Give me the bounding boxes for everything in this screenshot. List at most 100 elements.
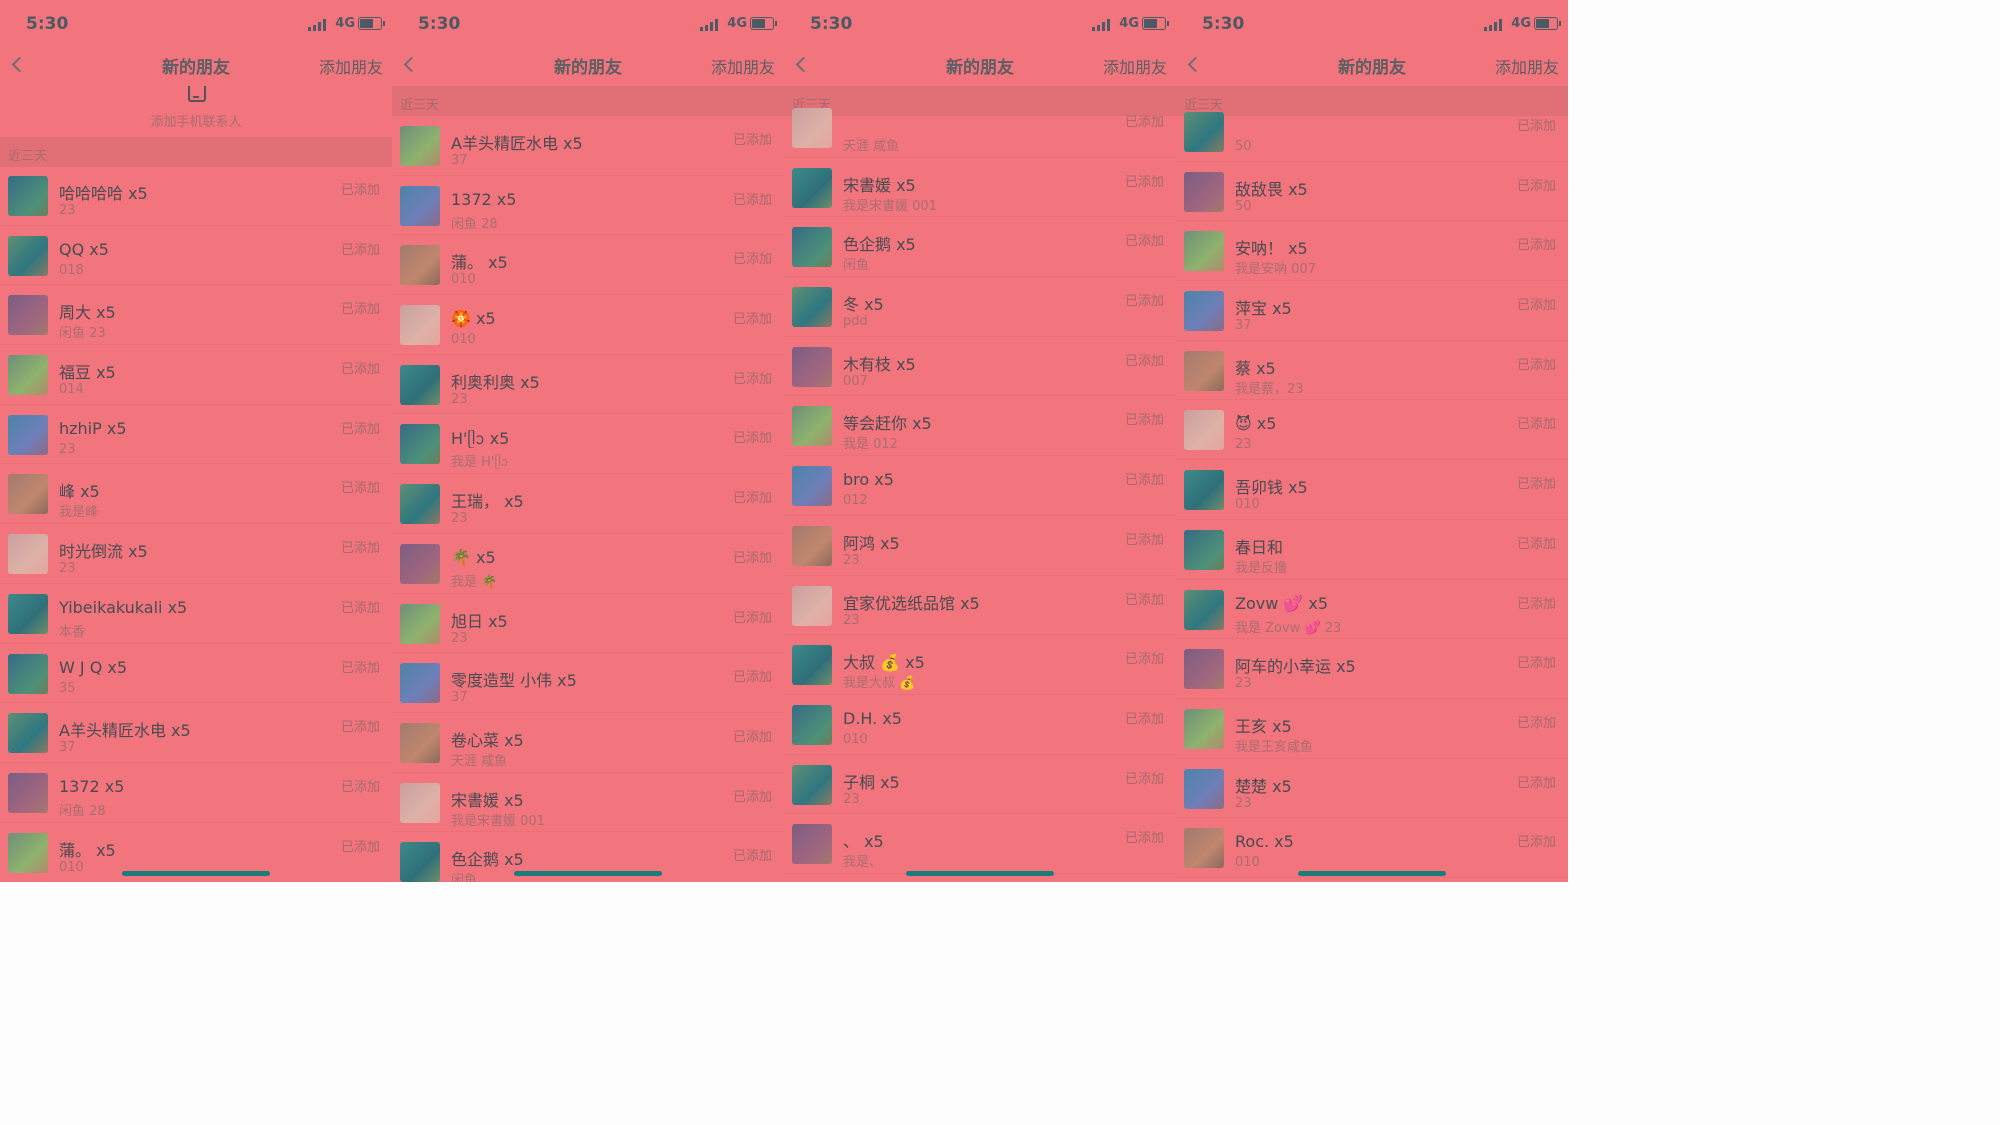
avatar[interactable] [1184, 350, 1224, 391]
friend-request-row[interactable]: 敌敌畏 x5 50 已添加 [1176, 162, 1568, 222]
avatar[interactable] [8, 832, 48, 873]
avatar[interactable] [8, 653, 48, 694]
avatar[interactable] [792, 287, 832, 328]
avatar[interactable] [792, 645, 832, 686]
friend-request-row[interactable]: 哈哈哈哈 x5 23 已添加 [0, 166, 392, 226]
friend-request-row[interactable]: 王亥 x5 我是王亥咸鱼 已添加 [1176, 699, 1568, 759]
avatar[interactable] [400, 245, 440, 286]
avatar[interactable] [400, 842, 440, 882]
friend-request-row[interactable]: 蒲。 x5 010 已添加 [392, 235, 784, 296]
avatar[interactable] [8, 355, 48, 396]
friend-request-row[interactable]: 50 已添加 [1176, 102, 1568, 162]
avatar[interactable] [1184, 291, 1224, 332]
friend-request-row[interactable]: 阿车的小幸运 x5 23 已添加 [1176, 639, 1568, 699]
friend-request-row[interactable]: QQ x5 018 已添加 [0, 226, 392, 286]
avatar[interactable] [792, 704, 832, 745]
avatar[interactable] [8, 414, 48, 455]
friend-request-row[interactable]: 😈 x5 23 已添加 [1176, 400, 1568, 461]
avatar[interactable] [8, 176, 48, 216]
friend-request-row[interactable]: 卷心菜 x5 天涯 咸鱼 已添加 [392, 713, 784, 773]
friend-request-row[interactable]: W J Q x5 35 已添加 [0, 644, 392, 704]
add-friend-button[interactable]: 添加朋友 [1495, 54, 1559, 78]
avatar[interactable] [792, 824, 832, 865]
friend-request-row[interactable]: 🌴 x5 我是 🌴 已添加 [392, 534, 784, 594]
avatar[interactable] [792, 167, 832, 208]
avatar[interactable] [792, 108, 832, 148]
avatar[interactable] [792, 585, 832, 626]
avatar[interactable] [792, 525, 832, 566]
friend-request-row[interactable]: A羊头精匠水电 x5 37 已添加 [0, 703, 392, 763]
friend-request-row[interactable]: Yibeikakukali x5 本香 已添加 [0, 584, 392, 644]
avatar[interactable] [400, 185, 440, 226]
avatar[interactable] [1184, 231, 1224, 272]
friend-request-row[interactable]: 零度造型 小伟 x5 37 已添加 [392, 653, 784, 713]
avatar[interactable] [400, 663, 440, 704]
friend-request-row[interactable]: 宜家优选纸品馆 x5 23 已添加 [784, 576, 1176, 636]
friend-request-row[interactable]: 宋書媛 x5 我是宋書媛 001 已添加 [784, 158, 1176, 218]
avatar[interactable] [1184, 828, 1224, 869]
home-indicator[interactable] [906, 871, 1054, 876]
avatar[interactable] [8, 295, 48, 336]
friend-request-row[interactable]: 王瑞， x5 23 已添加 [392, 474, 784, 534]
friend-request-row[interactable]: Roc. x5 010 已添加 [1176, 818, 1568, 878]
friend-request-row[interactable]: 周大 x5 闲鱼 23 已添加 [0, 285, 392, 346]
friend-request-row[interactable]: 阿鸿 x5 23 已添加 [784, 516, 1176, 576]
avatar[interactable] [400, 424, 440, 465]
friend-request-row[interactable]: 1372 x5 闲鱼 28 已添加 [0, 763, 392, 823]
friend-request-row[interactable]: 利奥利奥 x5 23 已添加 [392, 355, 784, 415]
friend-request-row[interactable]: 宋書媛 x5 我是宋書媛 001 已添加 [392, 773, 784, 833]
avatar[interactable] [8, 534, 48, 575]
home-indicator[interactable] [122, 871, 270, 876]
friend-request-row[interactable]: 旭日 x5 23 已添加 [392, 594, 784, 654]
friend-request-row[interactable]: 大叔 💰 x5 我是大叔 💰 已添加 [784, 635, 1176, 695]
friend-request-row[interactable]: D.H. x5 010 已添加 [784, 695, 1176, 755]
friend-request-row[interactable]: 木有枝 x5 007 已添加 [784, 337, 1176, 397]
avatar[interactable] [400, 305, 440, 346]
add-friend-button[interactable]: 添加朋友 [711, 54, 775, 78]
friend-request-row[interactable]: 安呐！ x5 我是安呐 007 已添加 [1176, 221, 1568, 282]
avatar[interactable] [400, 543, 440, 584]
avatar[interactable] [8, 713, 48, 754]
avatar[interactable] [792, 466, 832, 507]
friend-request-row[interactable]: 吾卯钱 x5 010 已添加 [1176, 460, 1568, 520]
avatar[interactable] [8, 593, 48, 634]
home-indicator[interactable] [514, 871, 662, 876]
friend-request-row[interactable]: 冬 x5 pdd 已添加 [784, 277, 1176, 337]
avatar[interactable] [400, 603, 440, 644]
avatar[interactable] [400, 722, 440, 763]
avatar[interactable] [400, 364, 440, 405]
add-friend-button[interactable]: 添加朋友 [1103, 54, 1167, 78]
avatar[interactable] [400, 782, 440, 823]
avatar[interactable] [792, 227, 832, 268]
avatar[interactable] [1184, 708, 1224, 749]
friend-request-row[interactable]: 蔡 x5 我是蔡，23 已添加 [1176, 341, 1568, 401]
avatar[interactable] [1184, 649, 1224, 690]
friend-request-row[interactable]: 🏵️ x5 010 已添加 [392, 295, 784, 355]
friend-request-row[interactable]: 时光倒流 x5 23 已添加 [0, 524, 392, 584]
avatar[interactable] [1184, 470, 1224, 511]
friend-request-row[interactable]: bro x5 012 已添加 [784, 456, 1176, 516]
friend-request-row[interactable]: 萍宝 x5 37 已添加 [1176, 281, 1568, 341]
friend-request-row[interactable]: 等会赶你 x5 我是 012 已添加 [784, 396, 1176, 457]
avatar[interactable] [1184, 768, 1224, 809]
friend-request-row[interactable]: Zovw 💕 x5 我是 Zovw 💕 23 已添加 [1176, 580, 1568, 640]
avatar[interactable] [1184, 529, 1224, 570]
avatar[interactable] [1184, 171, 1224, 212]
friend-request-row[interactable]: 子桐 x5 23 已添加 [784, 755, 1176, 815]
avatar[interactable] [400, 484, 440, 525]
avatar[interactable] [400, 126, 440, 166]
friend-request-row[interactable]: 1372 x5 闲鱼 28 已添加 [392, 176, 784, 236]
friend-request-row[interactable]: 天涯 咸鱼 已添加 [784, 98, 1176, 158]
friend-request-row[interactable]: 色企鹅 x5 闲鱼 已添加 [784, 217, 1176, 278]
add-friend-button[interactable]: 添加朋友 [319, 54, 383, 78]
avatar[interactable] [792, 406, 832, 447]
friend-request-row[interactable]: A羊头精匠水电 x5 37 已添加 [392, 116, 784, 176]
friend-request-row[interactable]: 春日和 我是反撸 已添加 [1176, 520, 1568, 580]
avatar[interactable] [1184, 589, 1224, 630]
friend-request-row[interactable]: hzhiP x5 23 已添加 [0, 405, 392, 465]
friend-request-row[interactable]: 峰 x5 我是峰 已添加 [0, 464, 392, 525]
home-indicator[interactable] [1298, 871, 1446, 876]
avatar[interactable] [8, 235, 48, 276]
add-phone-contacts[interactable]: 添加手机联系人 [0, 86, 392, 136]
avatar[interactable] [1184, 112, 1224, 152]
